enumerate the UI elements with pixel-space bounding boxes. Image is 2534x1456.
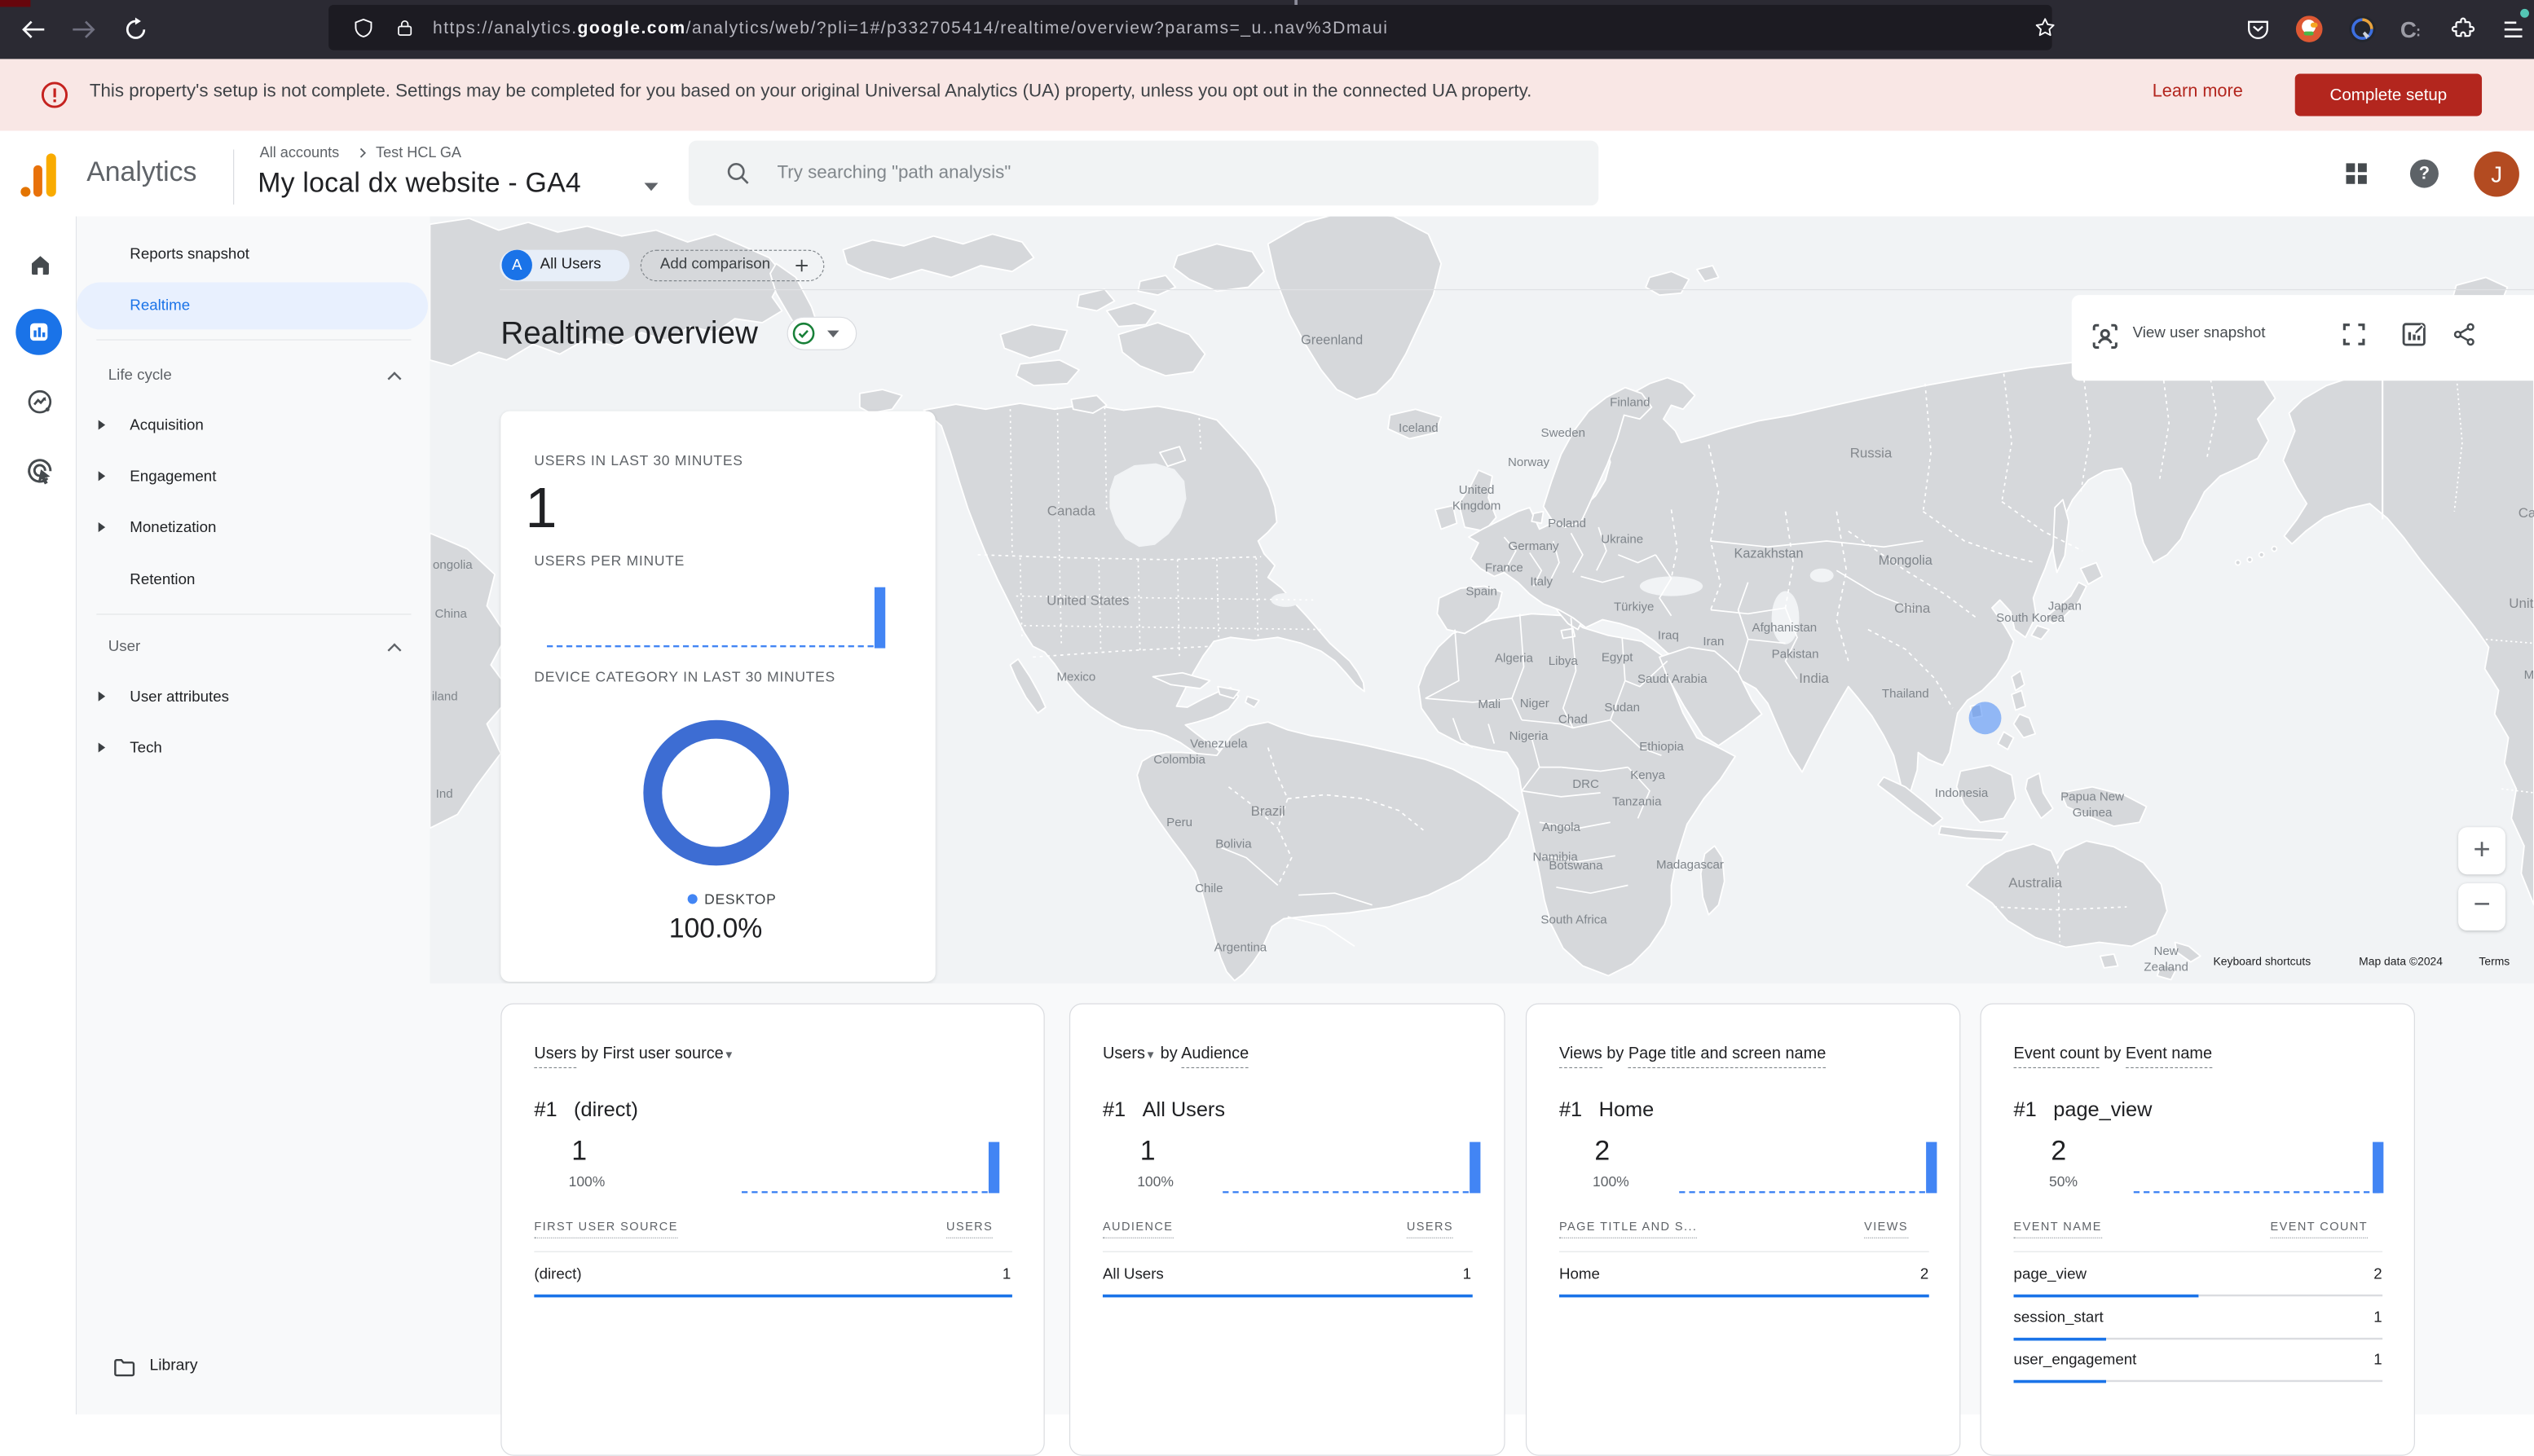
svg-text:Spain: Spain [1465,584,1497,598]
svg-text:Sudan: Sudan [1604,701,1640,715]
svg-text:Finland: Finland [1610,396,1650,410]
svg-text:Ind: Ind [436,787,453,801]
svg-text:Sweden: Sweden [1541,426,1585,440]
svg-text:Niger: Niger [1520,697,1549,710]
svg-text:Bolivia: Bolivia [1215,838,1252,851]
svg-text:Russia: Russia [1850,445,1893,460]
svg-text:South Africa: South Africa [1540,913,1607,927]
svg-text:Poland: Poland [1548,517,1586,530]
svg-text:Pakistan: Pakistan [1772,648,1819,662]
svg-text:Nigeria: Nigeria [1509,729,1549,743]
svg-text:China: China [434,607,467,621]
svg-text:Saudi Arabia: Saudi Arabia [1637,672,1708,686]
svg-text:Algeria: Algeria [1495,651,1534,665]
svg-text:Madagascar: Madagascar [1656,858,1724,872]
svg-text:Iran: Iran [1703,635,1724,649]
svg-text:New: New [2154,944,2179,958]
svg-text:Germany: Germany [1509,539,1559,553]
svg-text:ongolia: ongolia [433,558,473,572]
svg-text:Egypt: Egypt [1602,650,1633,664]
svg-text:Mali: Mali [1478,697,1501,711]
svg-text:Indonesia: Indonesia [1935,786,1989,800]
svg-text:M: M [2524,668,2534,682]
svg-text:Greenland: Greenland [1301,333,1363,348]
svg-text:United: United [1459,483,1495,497]
svg-text:Iraq: Iraq [1658,629,1679,643]
svg-text:Mexico: Mexico [1056,670,1095,684]
svg-text:Libya: Libya [1549,654,1579,668]
svg-text:Tanzania: Tanzania [1612,795,1662,809]
svg-text:Kingdom: Kingdom [1452,499,1501,512]
svg-text:Papua New: Papua New [2060,790,2124,804]
svg-text:Peru: Peru [1166,816,1192,829]
svg-text:Kazakhstan: Kazakhstan [1734,546,1803,561]
svg-text:Colombia: Colombia [1153,753,1205,767]
svg-text:Iceland: Iceland [1399,421,1439,435]
svg-text:Brazil: Brazil [1251,803,1285,819]
svg-text:United States: United States [1047,592,1129,608]
svg-text:France: France [1485,561,1523,574]
svg-text:India: India [1799,671,1829,686]
svg-text:Zealand: Zealand [2144,961,2188,974]
svg-text:iland: iland [432,690,458,704]
svg-text:Thailand: Thailand [1882,687,1929,701]
svg-text:Venezuela: Venezuela [1190,737,1248,750]
svg-text:Argentina: Argentina [1214,940,1267,954]
svg-text:Türkiye: Türkiye [1614,600,1654,614]
svg-text:Australia: Australia [2008,875,2062,891]
svg-text:Guinea: Guinea [2073,806,2113,820]
svg-text:Ca: Ca [2519,505,2534,521]
svg-text:Angola: Angola [1542,820,1581,834]
svg-text:China: China [1894,600,1931,616]
svg-text:Ethiopia: Ethiopia [1639,740,1684,754]
svg-text:Mongolia: Mongolia [1879,553,1933,568]
svg-text:Afghanistan: Afghanistan [1752,621,1818,635]
svg-text:Italy: Italy [1530,574,1553,588]
svg-text:Chad: Chad [1558,712,1588,726]
svg-text:Canada: Canada [1047,504,1096,519]
svg-text:Japan: Japan [2048,599,2082,613]
svg-text:Kenya: Kenya [1630,768,1665,782]
svg-text:DRC: DRC [1572,777,1599,791]
svg-text:Chile: Chile [1195,882,1223,895]
svg-text:Norway: Norway [1508,455,1550,469]
svg-text:Botswana: Botswana [1549,859,1603,873]
svg-text:Ukraine: Ukraine [1601,532,1643,546]
svg-text:South Korea: South Korea [1996,611,2065,625]
svg-text:Unit: Unit [2509,596,2533,611]
